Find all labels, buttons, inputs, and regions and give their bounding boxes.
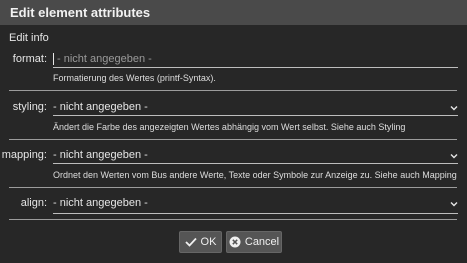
checkmark-icon xyxy=(184,237,197,247)
format-underline xyxy=(53,67,458,68)
styling-select[interactable]: - nicht angegeben - xyxy=(53,101,460,113)
format-placeholder: - nicht angegeben - xyxy=(57,53,152,65)
edit-attributes-dialog: Edit element attributes Edit info format… xyxy=(0,0,467,263)
cancel-label: Cancel xyxy=(244,236,280,248)
text-cursor xyxy=(53,53,54,66)
mapping-value: - nicht angegeben - xyxy=(53,149,148,161)
format-input[interactable]: - nicht angegeben - xyxy=(53,53,460,66)
align-value: - nicht angegeben - xyxy=(53,197,148,209)
ok-label: OK xyxy=(200,236,217,248)
styling-hint: Ändert die Farbe des angezeigten Wertes … xyxy=(53,122,406,132)
section-title: Edit info xyxy=(9,32,49,44)
styling-value: - nicht angegeben - xyxy=(53,101,148,113)
ok-button[interactable]: OK xyxy=(179,231,222,253)
styling-underline xyxy=(53,115,458,116)
divider xyxy=(9,187,457,188)
align-label: align: xyxy=(20,197,47,209)
align-select[interactable]: - nicht angegeben - xyxy=(53,197,460,209)
divider xyxy=(9,90,457,91)
mapping-underline xyxy=(53,163,458,164)
cancel-button[interactable]: Cancel xyxy=(226,231,282,253)
chevron-down-icon[interactable] xyxy=(450,152,458,160)
divider xyxy=(9,219,457,220)
dialog-title: Edit element attributes xyxy=(0,0,467,25)
mapping-label: mapping: xyxy=(1,149,47,161)
format-label: format: xyxy=(12,53,47,65)
align-underline xyxy=(53,213,458,214)
divider xyxy=(9,139,457,140)
chevron-down-icon[interactable] xyxy=(450,200,458,208)
mapping-hint: Ordnet den Werten vom Bus andere Werte, … xyxy=(53,170,457,180)
chevron-down-icon[interactable] xyxy=(450,104,458,112)
styling-label: styling: xyxy=(12,101,47,113)
close-circle-icon xyxy=(229,236,241,248)
format-hint: Formatierung des Wertes (printf-Syntax). xyxy=(53,73,216,83)
mapping-select[interactable]: - nicht angegeben - xyxy=(53,149,460,161)
